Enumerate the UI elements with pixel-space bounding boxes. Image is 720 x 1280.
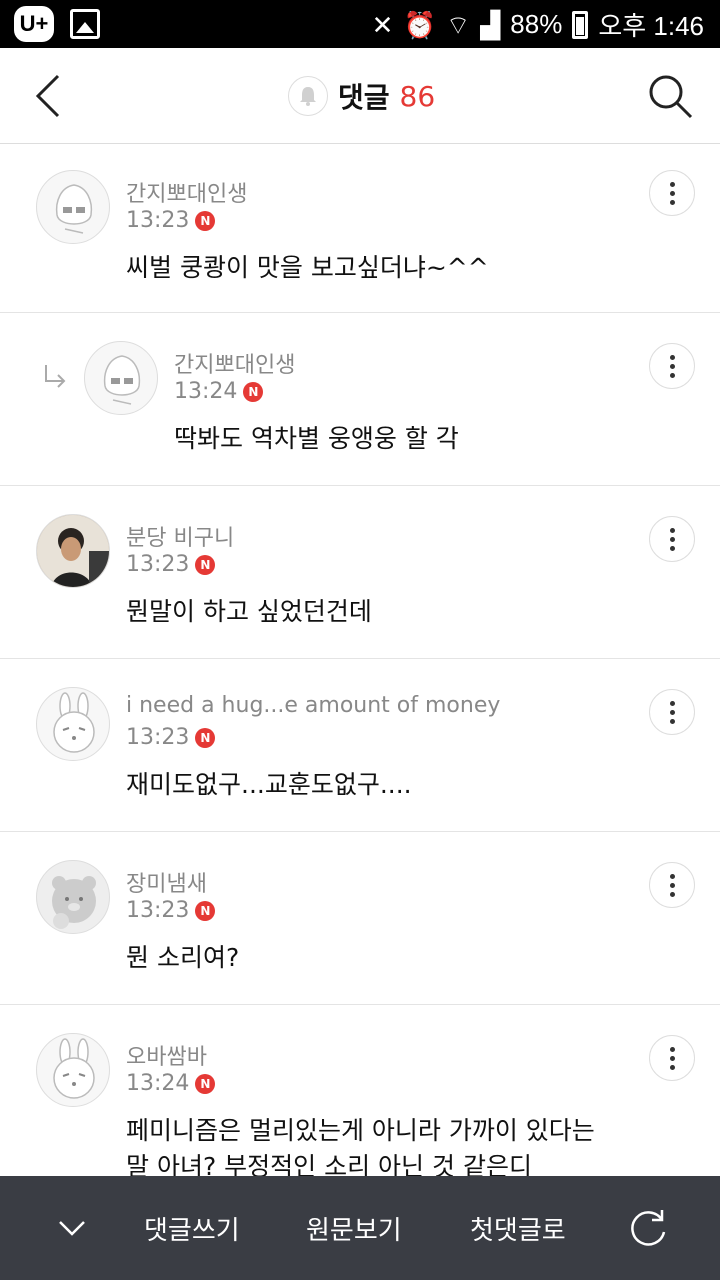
comment-author[interactable]: 간지뽀대인생 [174,347,295,379]
more-options-button[interactable] [649,343,695,389]
clock: 오후 1:46 [598,11,704,41]
new-badge: N [195,554,216,575]
comment-time: 13:23 N [126,552,216,577]
comment-text-line-1: 페미니즘은 멀리있는게 아니라 가까이 있다는 [126,1116,595,1145]
page-title-group: 댓글 86 [288,76,435,116]
comment-time-text: 13:23 [126,725,190,750]
reply-item: 간지뽀대인생 13:24 N 딱봐도 역차별 웅앵웅 할 각 [0,313,720,486]
comment-item: 간지뽀대인생 13:23 N 씨벌 쿵쾅이 맛을 보고싶더냐~^^ [0,144,720,313]
bell-icon[interactable] [288,76,328,116]
avatar[interactable] [36,1033,110,1107]
more-options-button[interactable] [649,689,695,735]
new-badge: N [195,210,216,231]
mute-icon: ✕ [371,9,394,40]
comment-time-text: 13:24 [126,1071,190,1096]
search-icon[interactable] [646,72,694,120]
view-original-button[interactable]: 원문보기 [306,1210,402,1247]
comment-time: 13:23 N [126,208,216,233]
comment-author[interactable]: 분당 비구니 [126,520,234,552]
comment-text-line-2: 말 아녀? 부정적인 소리 아닌 것 같은디 [126,1152,532,1176]
avatar[interactable] [36,860,110,934]
comment-time-text: 13:24 [174,379,238,404]
comment-text: 뭔말이 하고 싶었던건데 [126,597,372,626]
chevron-down-icon[interactable] [52,1210,92,1246]
comment-author[interactable]: 간지뽀대인생 [126,176,247,208]
comment-text: 씨벌 쿵쾅이 맛을 보고싶더냐~^^ [126,253,489,282]
more-options-button[interactable] [649,1035,695,1081]
comment-item: 오바쌈바 13:24 N 페미니즘은 멀리있는게 아니라 가까이 있다는 말 아… [0,1005,720,1176]
comment-item: 장미냄새 13:23 N 뭔 소리여? [0,832,720,1005]
app-header: 댓글 86 [0,48,720,144]
wifi-icon: ⌔ [445,9,471,40]
avatar[interactable] [36,170,110,244]
reply-arrow-icon [45,365,66,388]
new-badge: N [195,1073,216,1094]
comment-list[interactable]: 간지뽀대인생 13:23 N 씨벌 쿵쾅이 맛을 보고싶더냐~^^ 간지뽀대인생… [0,144,720,1176]
new-badge: N [243,381,264,402]
comment-author[interactable]: 오바쌈바 [126,1039,207,1071]
comment-time-text: 13:23 [126,552,190,577]
status-bar: U+ ✕ ⏰ ⌔ ▟ 88% 오후 1:46 [0,0,720,48]
bottom-toolbar: 댓글쓰기 원문보기 첫댓글로 [0,1176,720,1280]
battery-level: 88% [510,9,563,39]
alarm-icon: ⏰ [403,9,436,40]
comment-text: 뭔 소리여? [126,943,240,972]
page-title: 댓글 [338,81,390,114]
avatar[interactable] [84,341,158,415]
carrier-icon: U+ [14,6,54,42]
new-badge: N [195,727,216,748]
comment-text: 재미도없구...교훈도없구.... [126,770,412,799]
back-arrow-icon[interactable] [26,72,74,120]
comment-time: 13:24 N [174,379,264,404]
comment-count: 86 [399,79,436,113]
refresh-icon[interactable] [626,1206,670,1250]
more-options-button[interactable] [649,862,695,908]
comment-item: 분당 비구니 13:23 N 뭔말이 하고 싶었던건데 [0,486,720,659]
avatar[interactable] [36,687,110,761]
comment-time-text: 13:23 [126,898,190,923]
comment-author[interactable]: i need a hug...e amount of money [126,693,500,718]
more-options-button[interactable] [649,170,695,216]
avatar[interactable] [36,514,110,588]
comment-time: 13:23 N [126,725,216,750]
comment-item: i need a hug...e amount of money 13:23 N… [0,659,720,832]
gallery-icon [70,9,100,39]
new-badge: N [195,900,216,921]
comment-time-text: 13:23 [126,208,190,233]
more-options-button[interactable] [649,516,695,562]
comment-time: 13:24 N [126,1071,216,1096]
battery-icon [572,10,589,39]
comment-text: 딱봐도 역차별 웅앵웅 할 각 [174,424,459,453]
comment-time: 13:23 N [126,898,216,923]
signal-icon: ▟ [480,9,501,40]
first-comment-button[interactable]: 첫댓글로 [470,1210,566,1247]
comment-author[interactable]: 장미냄새 [126,866,207,898]
write-comment-button[interactable]: 댓글쓰기 [144,1210,240,1247]
